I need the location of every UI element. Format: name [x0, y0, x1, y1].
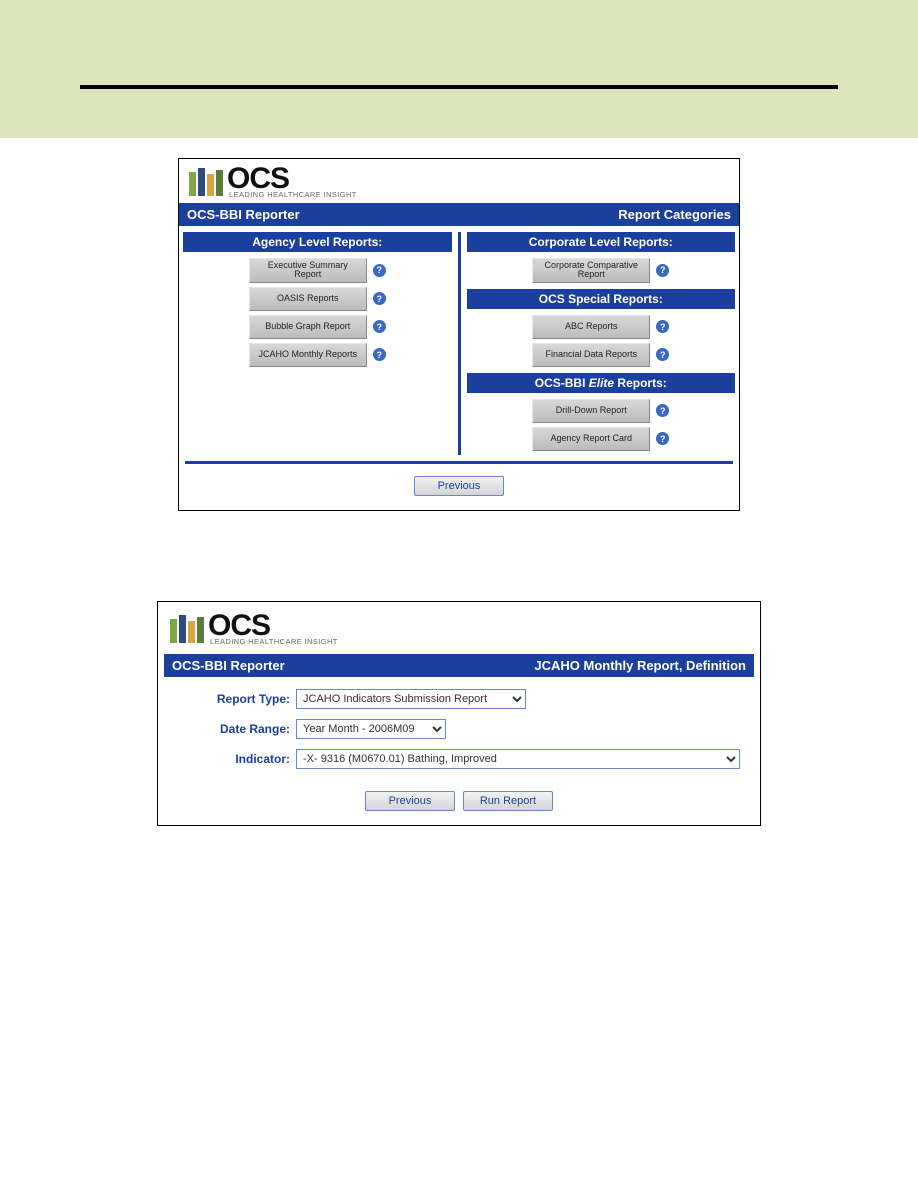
- previous-button[interactable]: Previous: [414, 476, 504, 496]
- report-row: ABC Reports ?: [467, 315, 736, 339]
- report-categories-panel: OCS LEADING HEALTHCARE INSIGHT OCS-BBI R…: [178, 158, 740, 511]
- report-columns: Agency Level Reports: Executive Summary …: [179, 226, 739, 455]
- help-icon[interactable]: ?: [656, 348, 669, 361]
- date-range-label: Date Range:: [168, 722, 296, 736]
- indicator-label: Indicator:: [168, 752, 296, 766]
- date-range-select[interactable]: Year Month - 2006M09: [296, 719, 446, 739]
- jcaho-monthly-button[interactable]: JCAHO Monthly Reports: [249, 343, 367, 367]
- titlebar-right: Report Categories: [618, 207, 731, 222]
- content-area: OCS LEADING HEALTHCARE INSIGHT OCS-BBI R…: [0, 158, 918, 826]
- date-range-row: Date Range: Year Month - 2006M09: [168, 719, 750, 739]
- report-row: Corporate Comparative Report ?: [467, 258, 736, 283]
- previous-button[interactable]: Previous: [365, 791, 455, 811]
- bottom-action-row: Previous Run Report: [158, 779, 760, 825]
- report-row: JCAHO Monthly Reports ?: [183, 343, 452, 367]
- report-type-label: Report Type:: [168, 692, 296, 706]
- elite-italic: Elite: [589, 376, 614, 390]
- ocs-special-header: OCS Special Reports:: [467, 289, 736, 309]
- agency-level-header: Agency Level Reports:: [183, 232, 452, 252]
- logo-tagline: LEADING HEALTHCARE INSIGHT: [229, 190, 357, 199]
- help-icon[interactable]: ?: [373, 348, 386, 361]
- elite-suffix: Reports:: [614, 376, 667, 390]
- ocs-bbi-elite-header: OCS-BBI Elite Reports:: [467, 373, 736, 393]
- help-icon[interactable]: ?: [656, 320, 669, 333]
- report-type-row: Report Type: JCAHO Indicators Submission…: [168, 689, 750, 709]
- help-icon[interactable]: ?: [656, 404, 669, 417]
- logo-tagline: LEADING HEALTHCARE INSIGHT: [210, 637, 338, 646]
- column-divider: [458, 232, 461, 455]
- logo-bars-icon: [189, 168, 223, 196]
- report-type-select[interactable]: JCAHO Indicators Submission Report: [296, 689, 526, 709]
- logo-text: OCS: [227, 165, 357, 192]
- titlebar-left: OCS-BBI Reporter: [187, 207, 300, 222]
- report-row: Agency Report Card ?: [467, 427, 736, 451]
- help-icon[interactable]: ?: [373, 264, 386, 277]
- top-titlebar: OCS-BBI Reporter Report Categories: [179, 203, 739, 226]
- run-report-button[interactable]: Run Report: [463, 791, 553, 811]
- logo: OCS LEADING HEALTHCARE INSIGHT: [179, 159, 739, 203]
- help-icon[interactable]: ?: [373, 320, 386, 333]
- report-row: Drill-Down Report ?: [467, 399, 736, 423]
- report-row: Bubble Graph Report ?: [183, 315, 452, 339]
- header-rule: [80, 85, 838, 89]
- definition-form: Report Type: JCAHO Indicators Submission…: [158, 677, 760, 769]
- report-row: Executive Summary Report ?: [183, 258, 452, 283]
- bottom-panel-wrap: OCS LEADING HEALTHCARE INSIGHT OCS-BBI R…: [0, 531, 918, 826]
- corporate-level-header: Corporate Level Reports:: [467, 232, 736, 252]
- help-icon[interactable]: ?: [656, 264, 669, 277]
- agency-report-card-button[interactable]: Agency Report Card: [532, 427, 650, 451]
- logo-text: OCS: [208, 612, 338, 639]
- titlebar-right: JCAHO Monthly Report, Definition: [534, 658, 746, 673]
- indicator-select[interactable]: -X- 9316 (M0670.01) Bathing, Improved: [296, 749, 740, 769]
- report-row: OASIS Reports ?: [183, 287, 452, 311]
- titlebar-left: OCS-BBI Reporter: [172, 658, 285, 673]
- bottom-titlebar: OCS-BBI Reporter JCAHO Monthly Report, D…: [164, 654, 754, 677]
- drill-down-button[interactable]: Drill-Down Report: [532, 399, 650, 423]
- help-icon[interactable]: ?: [373, 292, 386, 305]
- financial-data-button[interactable]: Financial Data Reports: [532, 343, 650, 367]
- report-row: Financial Data Reports ?: [467, 343, 736, 367]
- help-icon[interactable]: ?: [656, 432, 669, 445]
- jcaho-definition-panel: OCS LEADING HEALTHCARE INSIGHT OCS-BBI R…: [157, 601, 761, 826]
- bubble-graph-button[interactable]: Bubble Graph Report: [249, 315, 367, 339]
- top-panel-wrap: OCS LEADING HEALTHCARE INSIGHT OCS-BBI R…: [0, 158, 918, 511]
- corporate-comparative-button[interactable]: Corporate Comparative Report: [532, 258, 650, 283]
- page-header: [0, 0, 918, 138]
- abc-reports-button[interactable]: ABC Reports: [532, 315, 650, 339]
- right-column: Corporate Level Reports: Corporate Compa…: [463, 232, 740, 455]
- agency-level-column: Agency Level Reports: Executive Summary …: [179, 232, 456, 455]
- logo: OCS LEADING HEALTHCARE INSIGHT: [158, 602, 760, 650]
- executive-summary-button[interactable]: Executive Summary Report: [249, 258, 367, 283]
- elite-prefix: OCS-BBI: [535, 376, 589, 390]
- top-action-row: Previous: [179, 464, 739, 510]
- oasis-reports-button[interactable]: OASIS Reports: [249, 287, 367, 311]
- logo-bars-icon: [170, 615, 204, 643]
- indicator-row: Indicator: -X- 9316 (M0670.01) Bathing, …: [168, 749, 750, 769]
